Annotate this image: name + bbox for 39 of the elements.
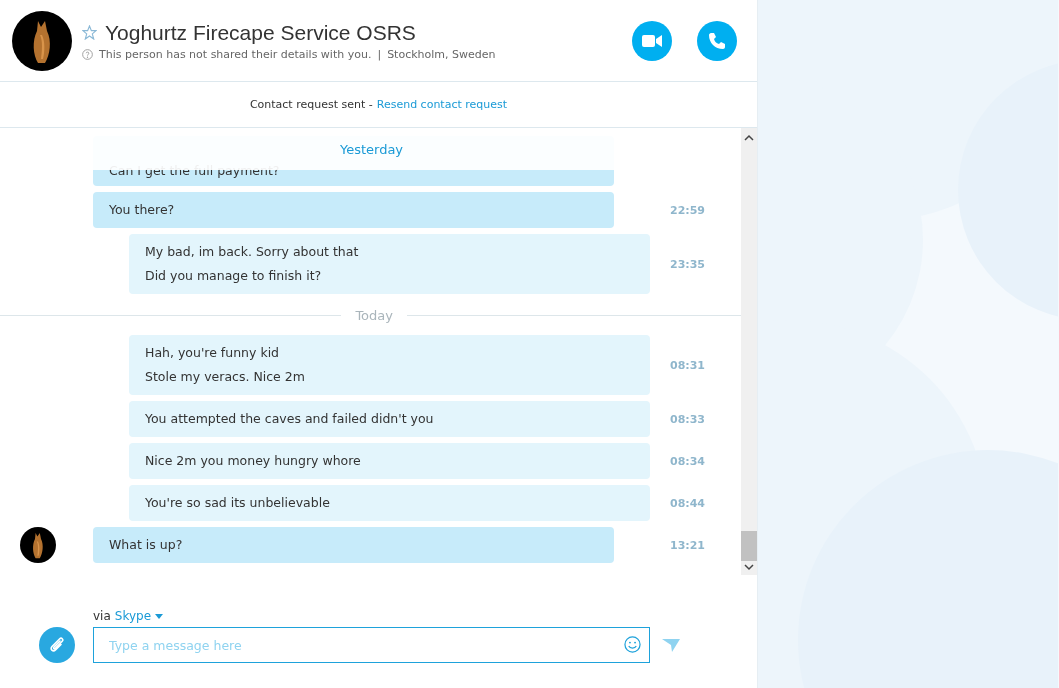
- contact-name: Yoghurtz Firecape Service OSRS: [105, 20, 416, 45]
- star-icon[interactable]: [82, 25, 97, 40]
- message-bubble: You attempted the caves and failed didn't you: [129, 401, 650, 437]
- send-icon[interactable]: [662, 638, 680, 652]
- message-bubble: Nice 2m you money hungry whore: [129, 443, 650, 479]
- caret-icon: [155, 613, 164, 619]
- attach-button[interactable]: [39, 627, 75, 663]
- separator-text: |: [377, 47, 382, 61]
- service-dropdown[interactable]: Skype: [114, 609, 164, 623]
- resend-link[interactable]: Resend contact request: [376, 98, 508, 111]
- request-status: Contact request sent -: [249, 98, 373, 111]
- scrollbar[interactable]: [741, 128, 757, 575]
- message-time: 08:44: [670, 496, 706, 510]
- message-bubble: My bad, im back. Sorry about that Did you manage to finish it?: [129, 234, 650, 294]
- emoji-icon[interactable]: [624, 636, 641, 653]
- help-icon[interactable]: [82, 48, 93, 60]
- message-time: 08:33: [670, 412, 706, 426]
- message-time: 23:35: [670, 257, 706, 271]
- message-time: 22:59: [670, 203, 706, 217]
- message-bubble: Hah, you're funny kid Stole my veracs. Nice 2m: [129, 335, 650, 395]
- contact-details: This person has not shared their details with you.: [99, 47, 372, 61]
- via-label: via: [93, 609, 111, 623]
- video-camera-icon: [642, 33, 662, 48]
- message-bubble: You're so sad its unbelievable: [129, 485, 650, 521]
- message-bubble: You there?: [93, 192, 614, 228]
- scrollbar-thumb[interactable]: [741, 531, 757, 561]
- phone-icon: [708, 31, 726, 50]
- message-time: 08:31: [670, 358, 706, 372]
- message-bubble: What is up?: [93, 527, 614, 563]
- day-divider: Today: [355, 308, 393, 323]
- scroll-up-icon[interactable]: [744, 134, 754, 142]
- scroll-down-icon[interactable]: [744, 563, 754, 571]
- video-call-button[interactable]: [632, 20, 672, 61]
- paperclip-icon: [48, 636, 66, 654]
- contact-location: Stockholm, Sweden: [387, 47, 496, 61]
- message-time: 08:34: [670, 454, 706, 468]
- call-button[interactable]: [697, 20, 737, 61]
- message-input[interactable]: Type a message here: [93, 627, 650, 663]
- message-time: 13:21: [670, 538, 706, 552]
